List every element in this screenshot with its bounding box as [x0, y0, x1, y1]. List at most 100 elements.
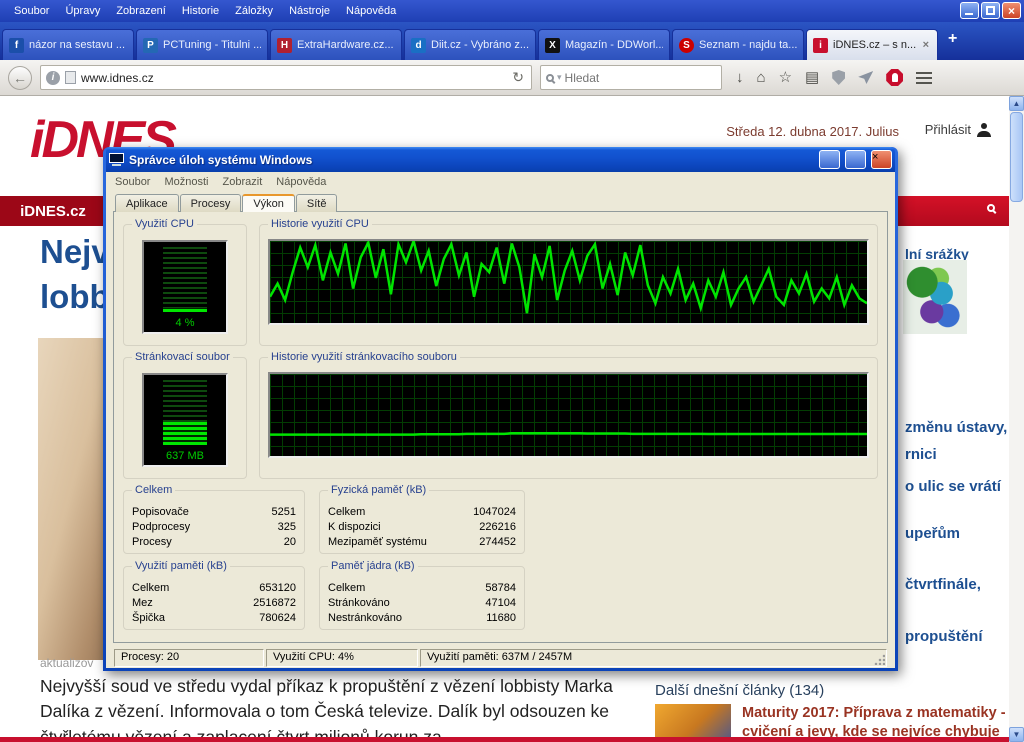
- tab-favicon: S: [679, 38, 694, 53]
- shield-icon[interactable]: [832, 70, 845, 85]
- menu-soubor[interactable]: Soubor: [6, 2, 57, 20]
- cpu-usage-groupbox: Využití CPU 4 %: [123, 224, 247, 346]
- bookmarks-menu-icon[interactable]: ▤: [805, 70, 819, 85]
- headline-line-1: Nejv: [40, 230, 110, 275]
- menu-icon[interactable]: [916, 72, 932, 84]
- main-headline[interactable]: Nejv lobb: [40, 230, 110, 319]
- screen: Soubor Úpravy Zobrazení Historie Záložky…: [0, 0, 1024, 742]
- headline-fragment[interactable]: rnici: [905, 446, 937, 463]
- menu-upravy[interactable]: Úpravy: [57, 2, 108, 20]
- tab-extrahardware[interactable]: H ExtraHardware.cz...: [270, 29, 402, 60]
- headline-fragment[interactable]: čtvrtfinále,: [905, 576, 981, 593]
- new-tab-button[interactable]: +: [940, 30, 965, 52]
- status-memory-text: Využití paměti: 637M / 2457M: [427, 651, 572, 663]
- tab-forum[interactable]: f názor na sestavu ...: [2, 29, 134, 60]
- window-close-button[interactable]: ×: [1002, 2, 1021, 19]
- headline-fragment[interactable]: upeřům: [905, 525, 960, 542]
- headline-fragment[interactable]: propuštění: [905, 628, 983, 645]
- pagefile-history-label: Historie využití stránkovacího souboru: [268, 351, 460, 363]
- search-engine-dropdown-icon[interactable]: ▾: [557, 72, 562, 83]
- weather-map-image[interactable]: [903, 260, 967, 334]
- reload-icon[interactable]: ↻: [510, 69, 526, 86]
- stat-label: Mezipaměť systému: [328, 535, 427, 550]
- task-manager-titlebar[interactable]: Správce úloh systému Windows ×: [106, 147, 895, 172]
- resize-grip[interactable]: [874, 654, 885, 665]
- stat-label: Nestránkováno: [328, 611, 402, 626]
- tab-label: názor na sestavu ...: [29, 39, 125, 51]
- navigation-toolbar: ← i ↻ ▾ ↓ ⌂ ☆ ▤: [0, 60, 1024, 96]
- tab-close-icon[interactable]: ×: [921, 39, 931, 51]
- menu-nastroje[interactable]: Nástroje: [281, 2, 338, 20]
- tab-favicon: f: [9, 38, 24, 53]
- menu-zobrazeni[interactable]: Zobrazení: [108, 2, 174, 20]
- site-search-icon[interactable]: [987, 204, 995, 212]
- tab-idnes-active[interactable]: i iDNES.cz – s n... ×: [806, 29, 938, 60]
- window-maximize-button[interactable]: [981, 2, 1000, 19]
- headline-fragment[interactable]: změnu ústavy,: [905, 419, 1007, 436]
- user-icon: [977, 123, 991, 137]
- physical-memory-title: Fyzická paměť (kB): [328, 484, 429, 496]
- stat-value: 20: [284, 535, 296, 550]
- stat-value: 58784: [485, 581, 516, 596]
- headline-fragment[interactable]: o ulic se vrátí: [905, 478, 1001, 495]
- site-brand[interactable]: iDNES.cz: [0, 196, 106, 226]
- back-button[interactable]: ←: [8, 66, 32, 90]
- tm-tab-procesy[interactable]: Procesy: [180, 194, 242, 212]
- scroll-down-icon[interactable]: ▼: [1009, 727, 1024, 742]
- tab-label: Seznam - najdu ta...: [699, 39, 797, 51]
- headline-line-2: lobb: [40, 275, 110, 320]
- home-icon[interactable]: ⌂: [757, 70, 766, 85]
- stat-value: 780624: [259, 611, 296, 626]
- tm-maximize-button[interactable]: [845, 150, 866, 169]
- gauge-fill: [163, 422, 207, 445]
- url-input[interactable]: [81, 71, 505, 85]
- tab-pctuning[interactable]: P PCTuning - Titulni ...: [136, 29, 268, 60]
- tm-tab-aplikace[interactable]: Aplikace: [115, 194, 179, 212]
- tm-minimize-button[interactable]: [819, 150, 840, 169]
- login-link[interactable]: Přihlásit: [925, 122, 991, 137]
- tm-menu-moznosti[interactable]: Možnosti: [157, 174, 215, 190]
- bottom-red-strip: [0, 737, 1024, 742]
- tab-ddworld[interactable]: X Magazín - DDWorl...: [538, 29, 670, 60]
- scroll-up-icon[interactable]: ▲: [1009, 96, 1024, 111]
- tm-menu-napoveda[interactable]: Nápověda: [269, 174, 333, 190]
- status-cpu: Využití CPU: 4%: [266, 649, 418, 667]
- site-info-icon[interactable]: i: [46, 71, 60, 85]
- cpu-history-chart: [268, 239, 869, 325]
- menu-historie[interactable]: Historie: [174, 2, 227, 20]
- kernel-memory-groupbox: Paměť jádra (kB) Celkem58784 Stránkováno…: [319, 566, 525, 630]
- tab-diit[interactable]: d Diit.cz - Vybráno z...: [404, 29, 536, 60]
- more-articles-link[interactable]: Další dnešní články (134): [655, 682, 824, 699]
- send-tab-icon[interactable]: [858, 71, 873, 84]
- tab-favicon: X: [545, 38, 560, 53]
- bookmark-star-icon[interactable]: ☆: [779, 70, 792, 85]
- menu-zalozky[interactable]: Záložky: [227, 2, 281, 20]
- adblock-plus-icon[interactable]: [886, 69, 903, 86]
- tm-tab-vykon[interactable]: Výkon: [242, 194, 295, 212]
- totals-title: Celkem: [132, 484, 175, 496]
- page-scrollbar[interactable]: ▲ ▼: [1009, 96, 1024, 742]
- search-bar[interactable]: ▾: [540, 65, 722, 90]
- search-input[interactable]: [565, 71, 720, 85]
- tm-menu-soubor[interactable]: Soubor: [108, 174, 157, 190]
- article-perex: Nejvyšší soud ve středu vydal příkaz k p…: [40, 674, 618, 742]
- window-minimize-button[interactable]: [960, 2, 979, 19]
- url-bar[interactable]: i ↻: [40, 65, 532, 90]
- close-icon: ×: [872, 151, 878, 163]
- tab-favicon: P: [143, 38, 158, 53]
- menu-napoveda[interactable]: Nápověda: [338, 2, 404, 20]
- updated-label: aktualizov: [40, 656, 93, 670]
- tab-favicon: H: [277, 38, 292, 53]
- stat-label: Celkem: [132, 581, 169, 596]
- scrollbar-thumb[interactable]: [1010, 112, 1023, 202]
- tm-menu-zobrazit[interactable]: Zobrazit: [216, 174, 270, 190]
- stat-label: K dispozici: [328, 520, 381, 535]
- login-label: Přihlásit: [925, 122, 971, 137]
- tab-seznam[interactable]: S Seznam - najdu ta...: [672, 29, 804, 60]
- tm-tab-site[interactable]: Sítě: [296, 194, 338, 212]
- tm-close-button[interactable]: ×: [871, 150, 892, 169]
- gauge-fill: [163, 308, 207, 312]
- search-icon[interactable]: [546, 74, 554, 82]
- statistics-grid: Celkem Popisovače5251 Podprocesy325 Proc…: [123, 490, 878, 630]
- downloads-icon[interactable]: ↓: [736, 70, 744, 85]
